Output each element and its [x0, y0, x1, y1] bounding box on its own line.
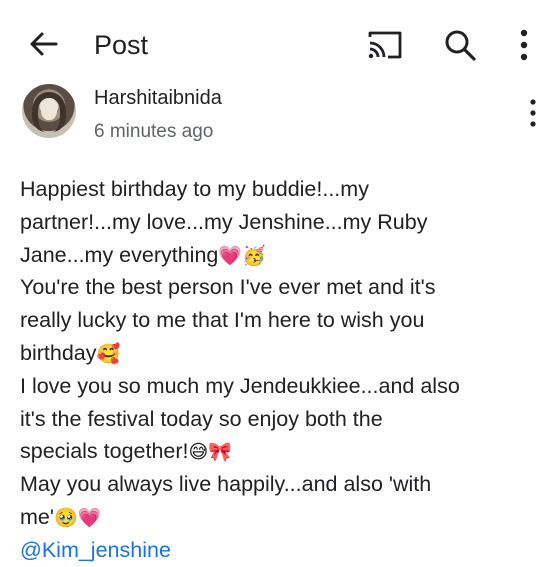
- author-name[interactable]: Harshitaibnida: [94, 86, 222, 110]
- page-title: Post: [94, 30, 149, 60]
- post-timestamp: 6 minutes ago: [94, 121, 214, 142]
- avatar[interactable]: [22, 84, 76, 138]
- post-text-line: Jane...my everything💗🥳: [20, 242, 266, 267]
- search-icon[interactable]: [442, 27, 478, 63]
- post-body: Happiest birthday to my buddie!...my par…: [20, 173, 535, 567]
- post-text-line: partner!...my love...my Jenshine...my Ru…: [20, 209, 428, 234]
- post-options-icon[interactable]: [527, 98, 539, 128]
- teary-heart-emoji-icon: 🥹💗: [53, 506, 102, 529]
- mention-link[interactable]: @Kim_jenshine: [20, 534, 535, 567]
- post-text-line: You're the best person I've ever met and…: [20, 275, 436, 300]
- more-vert-icon[interactable]: [514, 28, 534, 62]
- sweat-smile-ribbon-emoji-icon: 😅🎀: [188, 441, 232, 464]
- post-text-line: really lucky to me that I'm here to wish…: [20, 308, 425, 333]
- post-text-line: Happiest birthday to my buddie!...my: [20, 177, 369, 201]
- cast-icon[interactable]: [366, 29, 404, 61]
- post-text-line: I love you so much my Jendeukkiee...and …: [20, 373, 460, 398]
- post-text-line: May you always live happily...and also '…: [20, 472, 432, 497]
- post-text-line: birthday🥰: [20, 340, 121, 365]
- back-arrow-icon[interactable]: [26, 26, 62, 62]
- top-app-bar: Post: [0, 0, 560, 90]
- smiling-hearts-emoji-icon: 🥰: [96, 342, 121, 365]
- post-text-line: me'🥹💗: [20, 504, 102, 529]
- post-text-line: specials together!😅🎀: [20, 439, 232, 464]
- post-text-line: it's the festival today so enjoy both th…: [20, 406, 383, 431]
- heart-party-emoji-icon: 💗🥳: [218, 244, 266, 267]
